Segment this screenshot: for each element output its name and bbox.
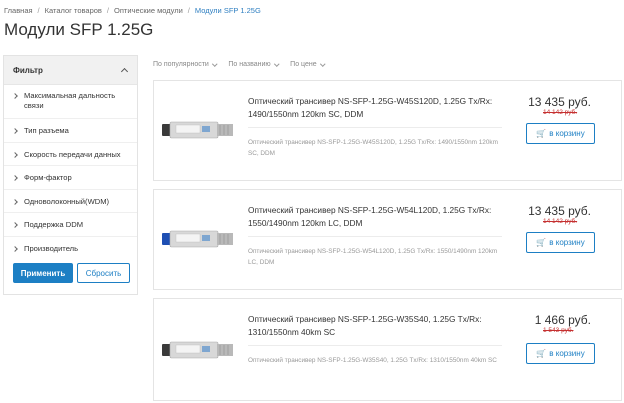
product-card: Оптический трансивер NS-SFP-1.25G-W54L12… [153,189,622,290]
cart-label: в корзину [549,238,585,247]
filter-item-wdm[interactable]: Одноволоконный(WDM) [4,190,137,213]
breadcrumb-separator: / [187,6,190,15]
chevron-down-icon [319,61,325,66]
product-description: Оптический трансивер NS-SFP-1.25G-W35S40… [248,357,497,364]
filter-item-label: Скорость передачи данных [24,149,121,159]
chevron-right-icon [12,128,18,134]
cart-icon: 🛒 [536,349,547,358]
filter-item-max-distance[interactable]: Максимальная дальность связи [4,85,137,119]
sort-by-popularity[interactable]: По популярности [153,61,218,68]
breadcrumb-current: Модули SFP 1.25G [194,6,261,15]
add-to-cart-button[interactable]: 🛒 в корзину [526,232,595,253]
chevron-right-icon [12,175,18,181]
product-price: 13 435 руб. [528,95,591,109]
chevron-up-icon[interactable] [120,67,129,76]
chevron-right-icon [12,245,18,252]
chevron-right-icon [12,222,18,228]
breadcrumb: Главная / Каталог товаров / Оптические модул… [4,6,261,15]
sort-label: По названию [228,61,271,68]
filter-title: Фильтр [13,65,43,75]
sort-by-name[interactable]: По названию [228,61,279,68]
cart-label: в корзину [549,349,585,358]
apply-button[interactable]: Применить [13,263,73,283]
filter-item-label: Тип разъема [24,126,69,135]
sfp-module-image[interactable] [162,332,234,368]
sort-label: По популярности [153,61,209,68]
page-title: Модули SFP 1.25G [4,20,154,39]
chevron-right-icon [12,93,18,99]
divider [248,236,502,237]
product-description: Оптический трансивер NS-SFP-1.25G-W45S12… [248,139,498,157]
filter-item-form-factor[interactable]: Форм-фактор [4,166,137,190]
divider [248,127,502,128]
filter-header[interactable]: Фильтр [4,56,137,85]
product-price: 1 466 руб. [534,313,591,327]
filter-item-manufacturer[interactable]: Производитель [4,237,137,261]
filter-item-label: Поддержка DDM [24,220,84,229]
product-title[interactable]: Оптический трансивер NS-SFP-1.25G-W54L12… [248,204,502,230]
product-old-price: 14 142 руб. [543,109,578,116]
chevron-right-icon [12,151,18,158]
breadcrumb-separator: / [106,6,110,15]
cart-label: в корзину [549,129,585,138]
sort-bar: По популярности По названию По цене [153,61,336,68]
sort-by-price[interactable]: По цене [290,61,325,68]
product-title[interactable]: Оптический трансивер NS-SFP-1.25G-W35S40… [248,313,502,339]
breadcrumb-link-home[interactable]: Главная [4,6,33,15]
filter-item-data-rate[interactable]: Скорость передачи данных [4,143,137,166]
add-to-cart-button[interactable]: 🛒 в корзину [526,123,595,144]
sfp-module-image[interactable] [162,221,234,257]
breadcrumb-separator: / [37,6,40,15]
chevron-right-icon [12,198,18,205]
filter-item-connector-type[interactable]: Тип разъема [4,119,137,143]
breadcrumb-link-catalog[interactable]: Каталог товаров [45,6,102,15]
filter-item-label: Производитель [24,243,79,253]
filter-item-ddm[interactable]: Поддержка DDM [4,213,137,237]
add-to-cart-button[interactable]: 🛒 в корзину [526,343,595,364]
chevron-down-icon [212,61,218,66]
product-price: 13 435 руб. [528,204,591,218]
filter-item-label: Форм-фактор [24,173,72,182]
sfp-module-image[interactable] [162,112,234,148]
product-old-price: 14 142 руб. [543,218,578,225]
filter-item-label: Максимальная дальность связи [24,91,116,110]
product-card: Оптический трансивер NS-SFP-1.25G-W45S12… [153,80,622,181]
cart-icon: 🛒 [536,129,547,138]
chevron-down-icon [273,61,279,66]
sort-label: По цене [290,61,317,68]
product-card: Оптический трансивер NS-SFP-1.25G-W35S40… [153,298,622,401]
product-description: Оптический трансивер NS-SFP-1.25G-W54L12… [248,248,498,266]
product-old-price: 1 543 руб. [543,327,574,334]
divider [248,345,502,346]
reset-button[interactable]: Сбросить [77,263,130,283]
filter-panel: Фильтр Максимальная дальность связи Тип … [3,55,138,295]
product-title[interactable]: Оптический трансивер NS-SFP-1.25G-W45S12… [248,95,502,121]
cart-icon: 🛒 [536,238,547,247]
breadcrumb-link-optical-modules[interactable]: Оптические модули [114,6,183,15]
filter-item-label: Одноволоконный(WDM) [24,196,110,206]
filter-buttons: Применить Сбросить [13,263,130,283]
